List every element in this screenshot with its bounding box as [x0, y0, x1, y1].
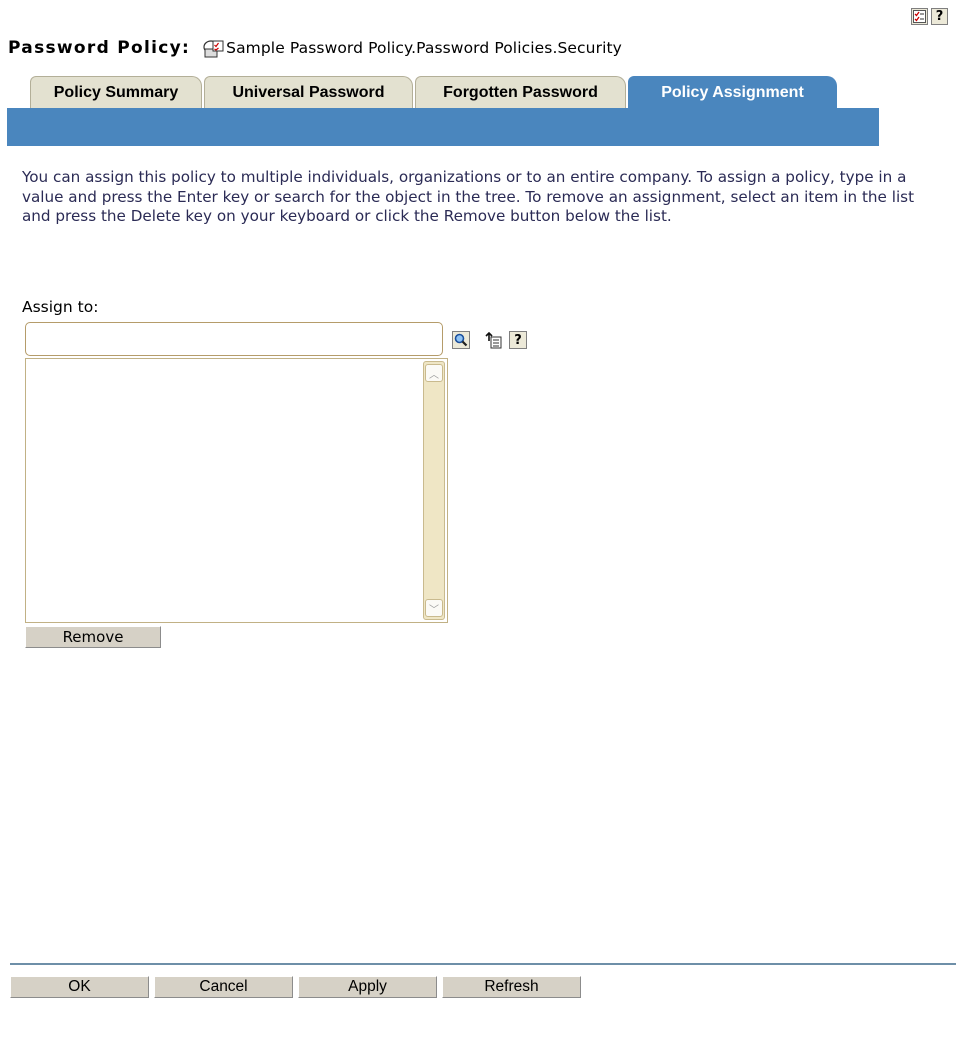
tab-label: Policy Assignment [661, 84, 804, 101]
scroll-up-arrow-icon[interactable]: ︿ [425, 364, 443, 382]
ok-button[interactable]: OK [10, 976, 149, 998]
instructions-text: You can assign this policy to multiple i… [22, 168, 915, 225]
tab-label: Policy Summary [53, 83, 179, 101]
tab-forgotten-password[interactable]: Forgotten Password [415, 76, 626, 108]
listbox-scrollbar[interactable]: ︿ ﹀ [423, 361, 445, 620]
assign-help-icon[interactable]: ? [509, 331, 527, 349]
tab-universal-password[interactable]: Universal Password [204, 76, 413, 108]
remove-button[interactable]: Remove [25, 626, 161, 648]
tab-label: Universal Password [232, 83, 385, 101]
tab-label: Forgotten Password [443, 83, 598, 101]
policy-object-name: Sample Password Policy.Password Policies… [226, 39, 622, 57]
refresh-button[interactable]: Refresh [442, 976, 581, 998]
ok-button-label: OK [68, 978, 91, 995]
footer-divider [10, 963, 956, 965]
password-policy-object-icon [203, 40, 224, 58]
cancel-button[interactable]: Cancel [154, 976, 293, 998]
tab-content-header-bar [7, 108, 879, 146]
remove-button-label: Remove [62, 628, 124, 646]
help-icon[interactable]: ? [931, 8, 948, 25]
assignment-listbox[interactable]: ︿ ﹀ [25, 358, 448, 623]
tab-policy-summary[interactable]: Policy Summary [30, 76, 202, 108]
apply-button[interactable]: Apply [298, 976, 437, 998]
help-icon-glyph: ? [935, 9, 944, 24]
object-history-icon[interactable] [484, 331, 502, 349]
tab-policy-assignment[interactable]: Policy Assignment [628, 76, 837, 109]
help-glyph: ? [514, 332, 522, 348]
page-title: Password Policy: Sample Password Policy.… [8, 36, 622, 60]
magnifier-search-icon[interactable] [452, 331, 470, 349]
page-title-label: Password Policy: [8, 38, 191, 58]
cancel-button-label: Cancel [199, 978, 248, 995]
apply-button-label: Apply [348, 978, 387, 995]
assign-to-input[interactable] [25, 322, 443, 356]
options-checklist-icon[interactable] [911, 8, 928, 25]
assign-to-label: Assign to: [22, 298, 99, 316]
scroll-down-arrow-icon[interactable]: ﹀ [425, 599, 443, 617]
refresh-button-label: Refresh [484, 978, 539, 995]
